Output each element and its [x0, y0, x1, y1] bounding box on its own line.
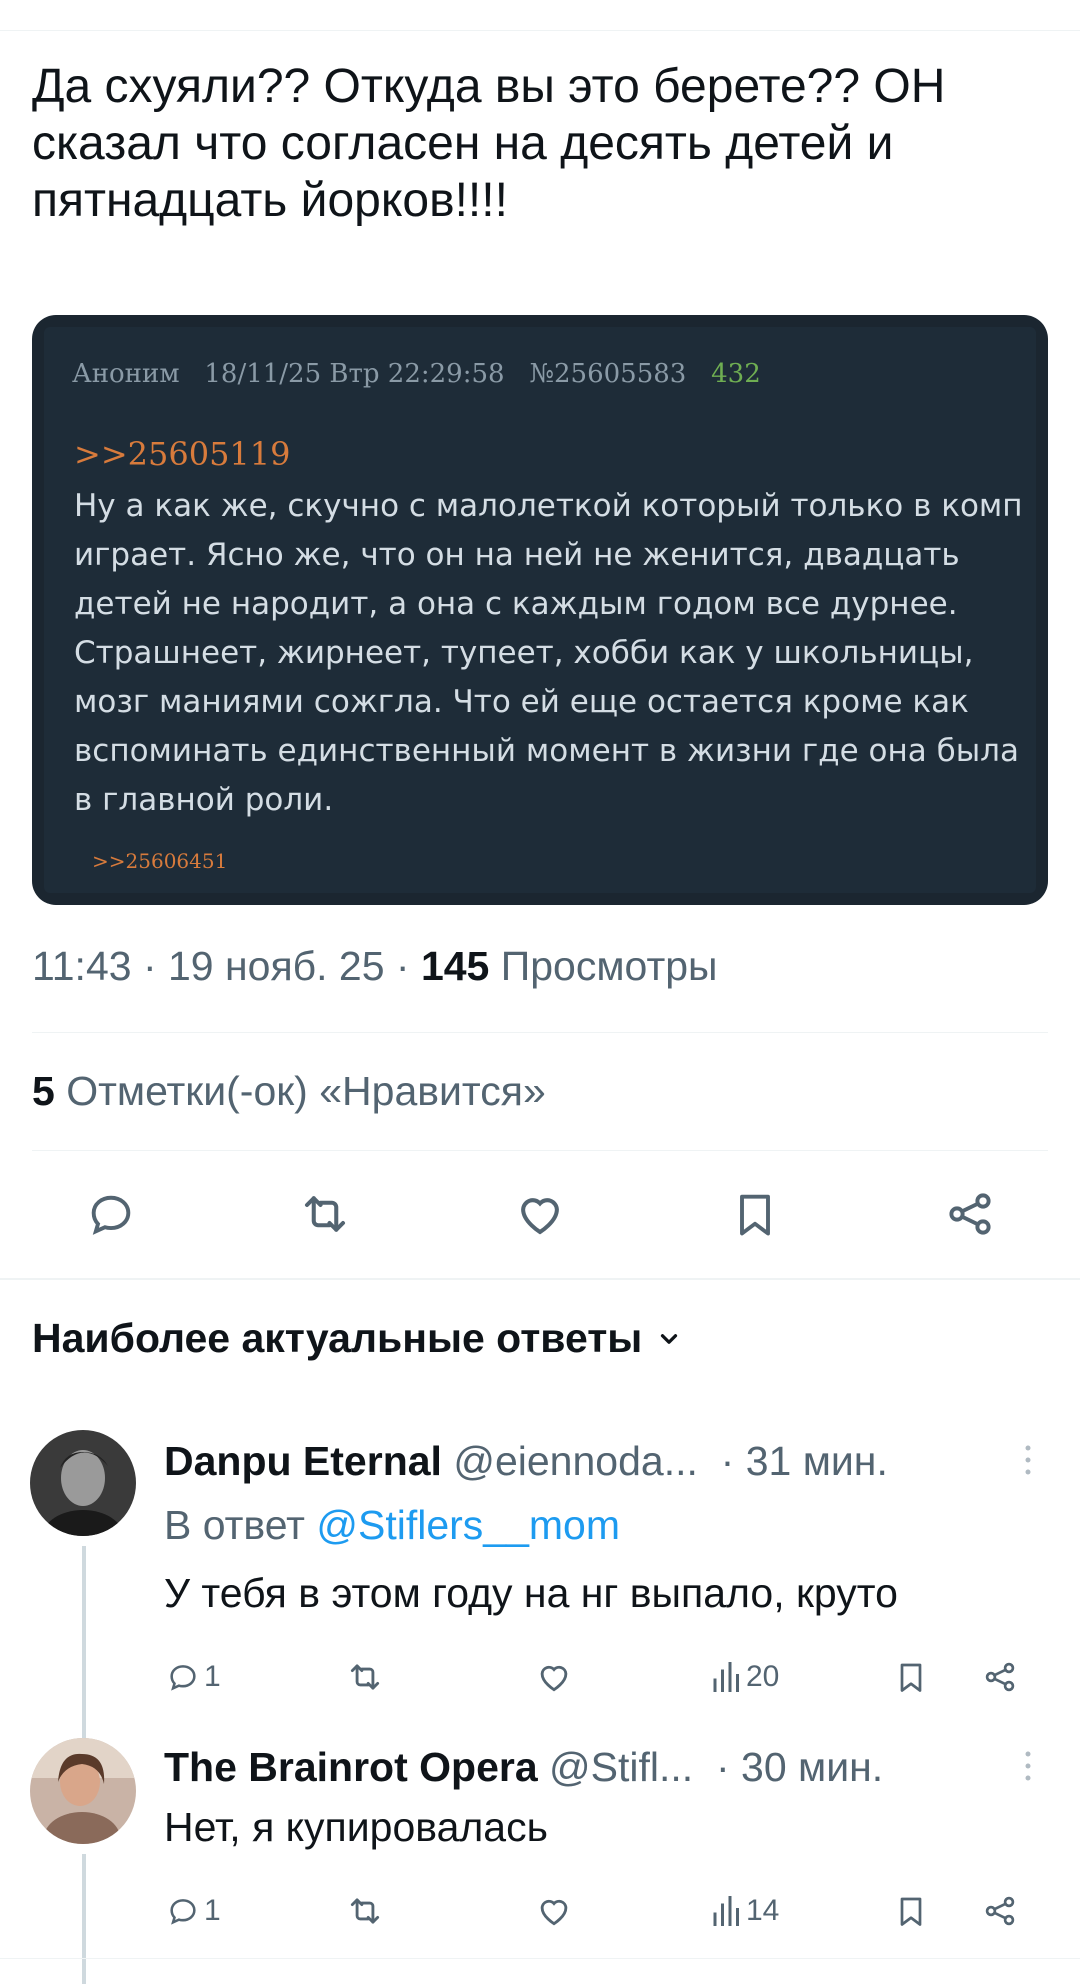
- bookmark-icon: [900, 1663, 922, 1692]
- post-header: Аноним 18/11/25 Втр 22:29:58 №25605583 4…: [72, 359, 761, 389]
- reply-like-button[interactable]: [535, 1886, 573, 1936]
- reply-actions: 1 20: [0, 1652, 1080, 1702]
- reply-icon[interactable]: [83, 1186, 139, 1242]
- bottom-divider: [0, 1958, 1080, 1959]
- post-body: Ну а как же, скучно с малолеткой который…: [74, 488, 1023, 818]
- views-icon: [713, 1896, 739, 1926]
- more-options-icon[interactable]: [1018, 1440, 1038, 1480]
- reply-retweet-button[interactable]: [346, 1652, 384, 1702]
- reply-reply-button[interactable]: 1: [166, 1652, 221, 1702]
- post-author: Аноним: [72, 359, 180, 389]
- reply-header: Danpu Eternal @eiennoda... · 31 мин.: [164, 1438, 888, 1485]
- reply-text: У тебя в этом году на нг выпало, круто: [164, 1570, 898, 1616]
- reply-time: · 31 мин.: [720, 1438, 888, 1484]
- tweet-text: Да схуяли?? Откуда вы это берете?? ОН ск…: [32, 60, 946, 227]
- reply-views-button[interactable]: 14: [712, 1886, 779, 1936]
- retweet-icon[interactable]: [297, 1186, 353, 1242]
- tweet-date: 19 нояб. 25: [168, 943, 385, 989]
- tweet-meta: 11:43 · 19 нояб. 25 · 145 Просмотры: [32, 943, 718, 989]
- post-replies-link: >>25606451: [92, 849, 228, 873]
- reply-icon: [170, 1665, 196, 1691]
- post-datetime: 18/11/25 Втр 22:29:58: [204, 359, 505, 389]
- reply-views-count: 14: [746, 1894, 780, 1927]
- reply-actions: 1 14: [0, 1886, 1080, 1936]
- retweet-icon: [350, 1898, 380, 1924]
- more-options-icon[interactable]: [1018, 1746, 1038, 1786]
- like-icon: [540, 1665, 568, 1692]
- views-count: 145: [420, 943, 490, 989]
- reply-to-prefix: В ответ: [164, 1502, 305, 1548]
- embedded-screenshot[interactable]: Аноним 18/11/25 Втр 22:29:58 №25605583 4…: [32, 315, 1048, 905]
- avatar[interactable]: [30, 1738, 136, 1844]
- views-icon: [713, 1662, 739, 1692]
- likes-label: Отметки(-ок) «Нравится»: [66, 1068, 546, 1114]
- share-icon[interactable]: [942, 1186, 998, 1242]
- likes-count: 5: [32, 1068, 55, 1114]
- reply-time: · 30 мин.: [715, 1744, 884, 1790]
- reply-icon: [170, 1899, 196, 1925]
- share-icon: [985, 1896, 1015, 1926]
- reply-count: 1: [204, 1894, 221, 1927]
- reply-bookmark-button[interactable]: [893, 1886, 929, 1936]
- views-label: Просмотры: [500, 943, 718, 989]
- reply-reply-button[interactable]: 1: [166, 1886, 221, 1936]
- replies-sort-toggle[interactable]: Наиболее актуальные ответы: [32, 1315, 682, 1362]
- tweet-time: 11:43: [32, 943, 132, 989]
- like-icon[interactable]: [512, 1186, 568, 1242]
- avatar[interactable]: [30, 1430, 136, 1536]
- tweet-actions: [0, 1182, 1080, 1242]
- reply-author-handle[interactable]: @Stifl...: [549, 1744, 693, 1790]
- share-icon: [985, 1662, 1015, 1692]
- top-divider: [0, 30, 1080, 31]
- likes-line[interactable]: 5 Отметки(-ок) «Нравится»: [32, 1068, 546, 1115]
- reply-views-count: 20: [746, 1660, 780, 1693]
- reply-to-mention[interactable]: @Stiflers__mom: [316, 1502, 620, 1548]
- like-icon: [540, 1899, 568, 1926]
- reply-like-button[interactable]: [535, 1652, 573, 1702]
- imageboard-post: Аноним 18/11/25 Втр 22:29:58 №25605583 4…: [44, 327, 1036, 893]
- section-divider: [0, 1278, 1080, 1280]
- reply-author-handle[interactable]: @eiennoda...: [453, 1438, 698, 1484]
- bookmark-icon: [900, 1897, 922, 1926]
- divider: [32, 1032, 1048, 1033]
- retweet-icon: [350, 1664, 380, 1690]
- post-number: №25605583: [529, 359, 687, 389]
- bookmark-icon[interactable]: [727, 1186, 783, 1242]
- reply-views-button[interactable]: 20: [712, 1652, 779, 1702]
- reply-share-button[interactable]: [982, 1886, 1018, 1936]
- reply-to-line: В ответ @Stiflers__mom: [164, 1502, 620, 1549]
- reply-author-name[interactable]: Danpu Eternal: [164, 1438, 442, 1484]
- reply-header: The Brainrot Opera @Stifl... · 30 мин.: [164, 1744, 883, 1791]
- reply-author-name[interactable]: The Brainrot Opera: [164, 1744, 538, 1790]
- chevron-down-icon: [656, 1326, 682, 1352]
- reply-count: 1: [204, 1660, 221, 1693]
- post-reply-link: >>25605119: [74, 435, 291, 473]
- reply-share-button[interactable]: [982, 1652, 1018, 1702]
- reply-text: Нет, я купировалась: [164, 1804, 548, 1850]
- reply-bookmark-button[interactable]: [893, 1652, 929, 1702]
- reply-retweet-button[interactable]: [346, 1886, 384, 1936]
- divider: [32, 1150, 1048, 1151]
- post-count: 432: [711, 359, 761, 389]
- replies-section-title: Наиболее актуальные ответы: [32, 1315, 643, 1361]
